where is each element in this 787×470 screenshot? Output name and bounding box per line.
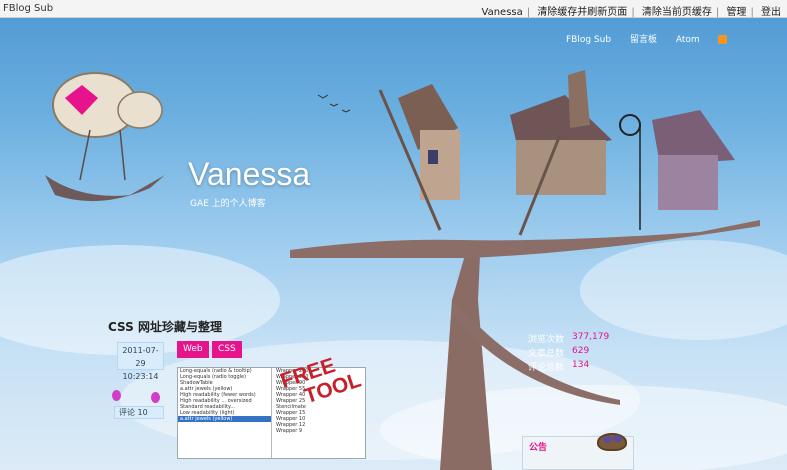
post-date-time: 10:23:14 [122, 372, 159, 381]
blog-title[interactable]: Vanessa [188, 156, 310, 193]
post-title[interactable]: CSS 网址珍藏与整理 [108, 318, 222, 335]
post-date-day: 2011-07-29 [122, 346, 159, 368]
comment-count[interactable]: 评论 10 [114, 406, 164, 419]
topbar-link-clear-page-cache[interactable]: 清除当前页缓存 [640, 7, 714, 18]
rss-icon [717, 35, 727, 44]
tag-css[interactable]: CSS [212, 341, 242, 358]
egg-icon [603, 436, 612, 443]
comment-number: 10 [137, 408, 148, 417]
header-nav: FBlog Sub 留言板 Atom [566, 32, 759, 45]
post-date: 2011-07-29 10:23:14 [117, 342, 164, 381]
topbar-link-user[interactable]: Vanessa [480, 7, 525, 18]
comment-label: 评论 [119, 408, 135, 417]
tag-web[interactable]: Web [177, 341, 209, 358]
stat-views: 浏览次数 377,179 [528, 332, 610, 345]
blog-subtitle: GAE 上的个人博客 [190, 199, 266, 209]
top-bar: FBlog Sub Vanessa | 清除缓存并刷新页面 | 清除当前页缓存 | 管… [0, 0, 787, 18]
nav-home-link[interactable]: FBlog Sub [566, 35, 611, 45]
topbar-link-admin[interactable]: 管理 [724, 7, 748, 18]
nav-guestbook-link[interactable]: 留言板 [630, 35, 657, 45]
site-stats: 浏览次数 377,179 文章总数 629 评论总数 134 [528, 332, 609, 374]
stat-comments: 评论总数 134 [528, 360, 590, 373]
topbar-link-logout[interactable]: 登出 [759, 7, 783, 18]
treehouse-middle [510, 70, 612, 195]
stat-posts: 文章总数 629 [528, 346, 590, 359]
nav-atom-link[interactable]: Atom [676, 35, 743, 45]
nest-icon [597, 433, 627, 451]
balloon-icon [151, 392, 160, 403]
balloon-icon [112, 390, 121, 401]
preview-left-column: Long-equals (radio & tooltip) Long-equal… [178, 368, 272, 458]
topbar-link-clear-all-cache[interactable]: 清除缓存并刷新页面 [535, 7, 629, 18]
topbar-links: Vanessa | 清除缓存并刷新页面 | 清除当前页缓存 | 管理 | 登出 [480, 7, 783, 18]
nav-atom-label: Atom [675, 35, 700, 45]
topbar-brand[interactable]: FBlog Sub [3, 3, 53, 14]
egg-icon [613, 435, 622, 442]
treehouse-left [398, 84, 460, 200]
treehouse-right [652, 110, 735, 210]
